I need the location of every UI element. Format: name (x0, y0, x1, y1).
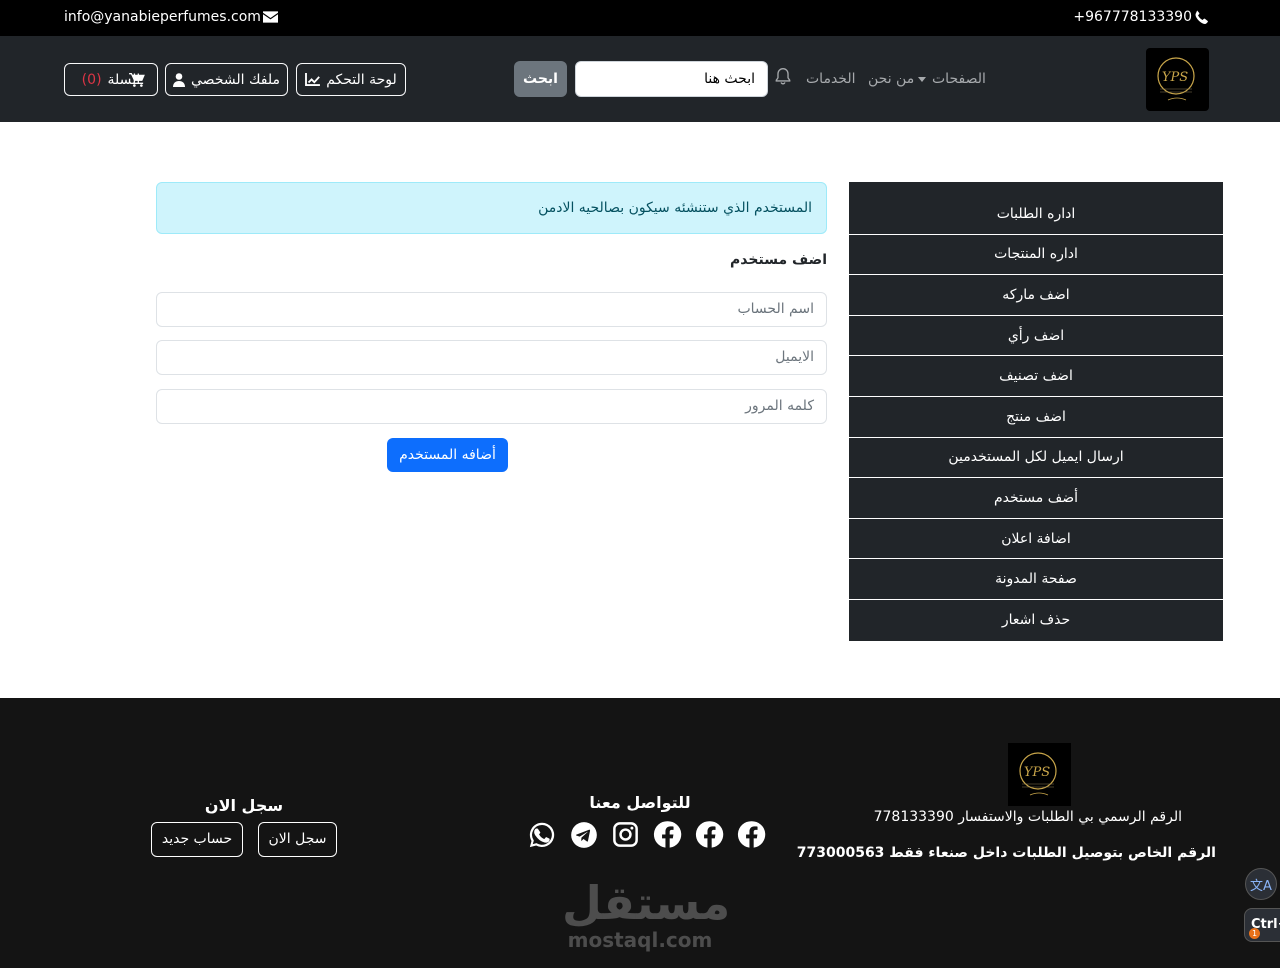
sidebar-item-add-brand[interactable]: اضف ماركه (849, 275, 1223, 316)
password-field[interactable]: كلمه المرور (156, 389, 827, 424)
sidebar-item-manage-orders[interactable]: اداره الطلبات (849, 194, 1223, 235)
facebook-icon (737, 821, 766, 848)
site-footer: YPS الرقم الرسمي بي الطلبات والاستفسار 7… (0, 698, 1280, 968)
brand-logo[interactable]: YPS (1146, 48, 1209, 111)
email-text[interactable]: info@yanabieperfumes.com (64, 9, 261, 25)
email-field[interactable]: الايميل (156, 340, 827, 375)
new-account-button[interactable]: حساب جديد (151, 822, 243, 857)
logo-emblem-icon: YPS (1019, 752, 1057, 796)
facebook-link[interactable] (653, 820, 682, 849)
nav-about-link[interactable]: من نحن (868, 71, 914, 87)
whatsapp-link[interactable] (527, 820, 556, 849)
phone-icon (1195, 10, 1208, 24)
sidebar-item-add-user[interactable]: أضف مستخدم (849, 478, 1223, 519)
profile-button[interactable]: ملفك الشخصي (165, 63, 288, 96)
admin-info-alert: المستخدم الذي ستنشئه سيكون بصالحيه الادم… (156, 182, 827, 234)
chart-line-icon (305, 73, 321, 86)
dashboard-button[interactable]: لوحة التحكم (296, 63, 406, 96)
register-title: سجل الان (204, 796, 284, 815)
official-phone-text: الرقم الرسمي بي الطلبات والاستفسار 77813… (873, 809, 1182, 825)
sidebar-item-delete-notification[interactable]: حذف اشعار (849, 600, 1223, 641)
search-button[interactable]: ابحث (514, 61, 567, 97)
bell-icon[interactable] (774, 67, 792, 86)
notification-badge: 1 (1249, 928, 1260, 939)
profile-label: ملفك الشخصي (191, 71, 280, 88)
nav-services-link[interactable]: الخدمات (806, 71, 856, 87)
mostaql-watermark: مستقل mostaql.com (562, 876, 731, 952)
instagram-link[interactable] (611, 820, 640, 849)
svg-text:YPS: YPS (1162, 70, 1188, 85)
nav-pages-dropdown[interactable]: الصفحات (918, 71, 996, 87)
username-field[interactable]: اسم الحساب (156, 292, 827, 327)
facebook-icon (695, 821, 724, 848)
contact-email[interactable]: info@yanabieperfumes.com (64, 9, 278, 25)
watermark-arabic: مستقل (562, 876, 731, 930)
sidebar-item-blog-page[interactable]: صفحة المدونة (849, 559, 1223, 600)
sidebar-item-add-review[interactable]: اضف رأي (849, 316, 1223, 357)
sidebar-item-email-all-users[interactable]: ارسال ايميل لكل المستخدمين (849, 438, 1223, 479)
telegram-icon (570, 821, 597, 848)
translate-button[interactable]: 文A (1245, 868, 1277, 900)
nav-pages-label: الصفحات (932, 71, 986, 87)
main-navbar: YPS الصفحات من نحن الخدمات ابحث هنا ابحث… (0, 36, 1280, 122)
top-contact-bar: info@yanabieperfumes.com +967778133390 (0, 0, 1280, 36)
logo-emblem-icon: YPS (1157, 57, 1195, 101)
footer-logo: YPS (1008, 743, 1071, 806)
form-title: اضف مستخدم (730, 252, 827, 268)
phone-text[interactable]: +967778133390 (1073, 9, 1192, 25)
sidebar-item-add-ad[interactable]: اضافة اعلان (849, 519, 1223, 560)
facebook-link[interactable] (737, 820, 766, 849)
dashboard-label: لوحة التحكم (326, 71, 397, 88)
watermark-domain: mostaql.com (567, 928, 713, 952)
cart-icon (129, 73, 145, 87)
sidebar-item-manage-products[interactable]: اداره المنتجات (849, 235, 1223, 276)
sidebar-item-add-product[interactable]: اضف منتج (849, 397, 1223, 438)
telegram-link[interactable] (569, 820, 598, 849)
envelope-icon (262, 11, 278, 23)
user-icon (173, 72, 186, 87)
social-links (527, 820, 766, 849)
search-input[interactable]: ابحث هنا (575, 61, 768, 97)
whatsapp-icon (529, 822, 554, 847)
cart-button[interactable]: السلة (0) (64, 63, 158, 96)
cart-count: (0) (81, 71, 102, 88)
delivery-phone-text: الرقم الخاص بتوصيل الطلبات داخل صنعاء فق… (796, 845, 1216, 861)
admin-sidebar: اداره الطلبات اداره المنتجات اضف ماركه ا… (849, 182, 1223, 641)
instagram-icon (613, 822, 638, 847)
sidebar-item-add-category[interactable]: اضف تصنيف (849, 356, 1223, 397)
svg-text:YPS: YPS (1024, 765, 1050, 780)
login-button[interactable]: سجل الان (258, 822, 337, 857)
add-user-button[interactable]: أضافه المستخدم (387, 438, 508, 472)
facebook-link[interactable] (695, 820, 724, 849)
contact-phone[interactable]: +967778133390 (1073, 9, 1208, 25)
contact-title: للتواصل معنا (589, 793, 691, 812)
translate-icon: 文A (1250, 878, 1272, 894)
facebook-icon (653, 821, 682, 848)
caret-down-icon (918, 76, 927, 82)
